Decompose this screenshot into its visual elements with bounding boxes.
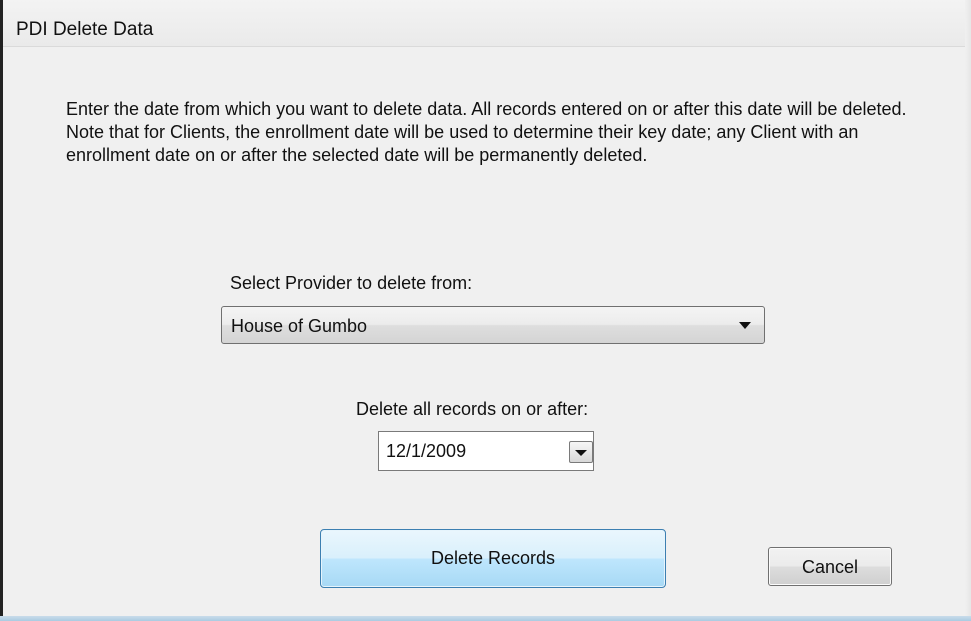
date-dropdown-button[interactable] <box>569 441 593 463</box>
calendar-dropdown-icon <box>575 450 587 456</box>
provider-dropdown[interactable]: House of Gumbo <box>221 306 765 344</box>
chevron-down-icon <box>739 322 751 329</box>
window-bottom-edge <box>0 616 971 621</box>
date-value[interactable]: 12/1/2009 <box>386 441 466 462</box>
cancel-button[interactable]: Cancel <box>768 547 892 586</box>
date-picker[interactable]: 12/1/2009 <box>378 431 594 471</box>
delete-records-button[interactable]: Delete Records <box>320 529 666 588</box>
date-label: Delete all records on or after: <box>356 399 589 419</box>
title-bar[interactable]: PDI Delete Data <box>0 0 971 47</box>
window-left-border <box>0 0 3 621</box>
provider-label: Select Provider to delete from: <box>230 273 473 293</box>
window-title: PDI Delete Data <box>16 19 154 40</box>
provider-selected-value: House of Gumbo <box>231 316 368 336</box>
instructions-text: Enter the date from which you want to de… <box>66 99 907 165</box>
pdi-delete-data-dialog: PDI Delete Data Enter the date from whic… <box>0 0 971 621</box>
window-right-edge <box>965 0 971 621</box>
